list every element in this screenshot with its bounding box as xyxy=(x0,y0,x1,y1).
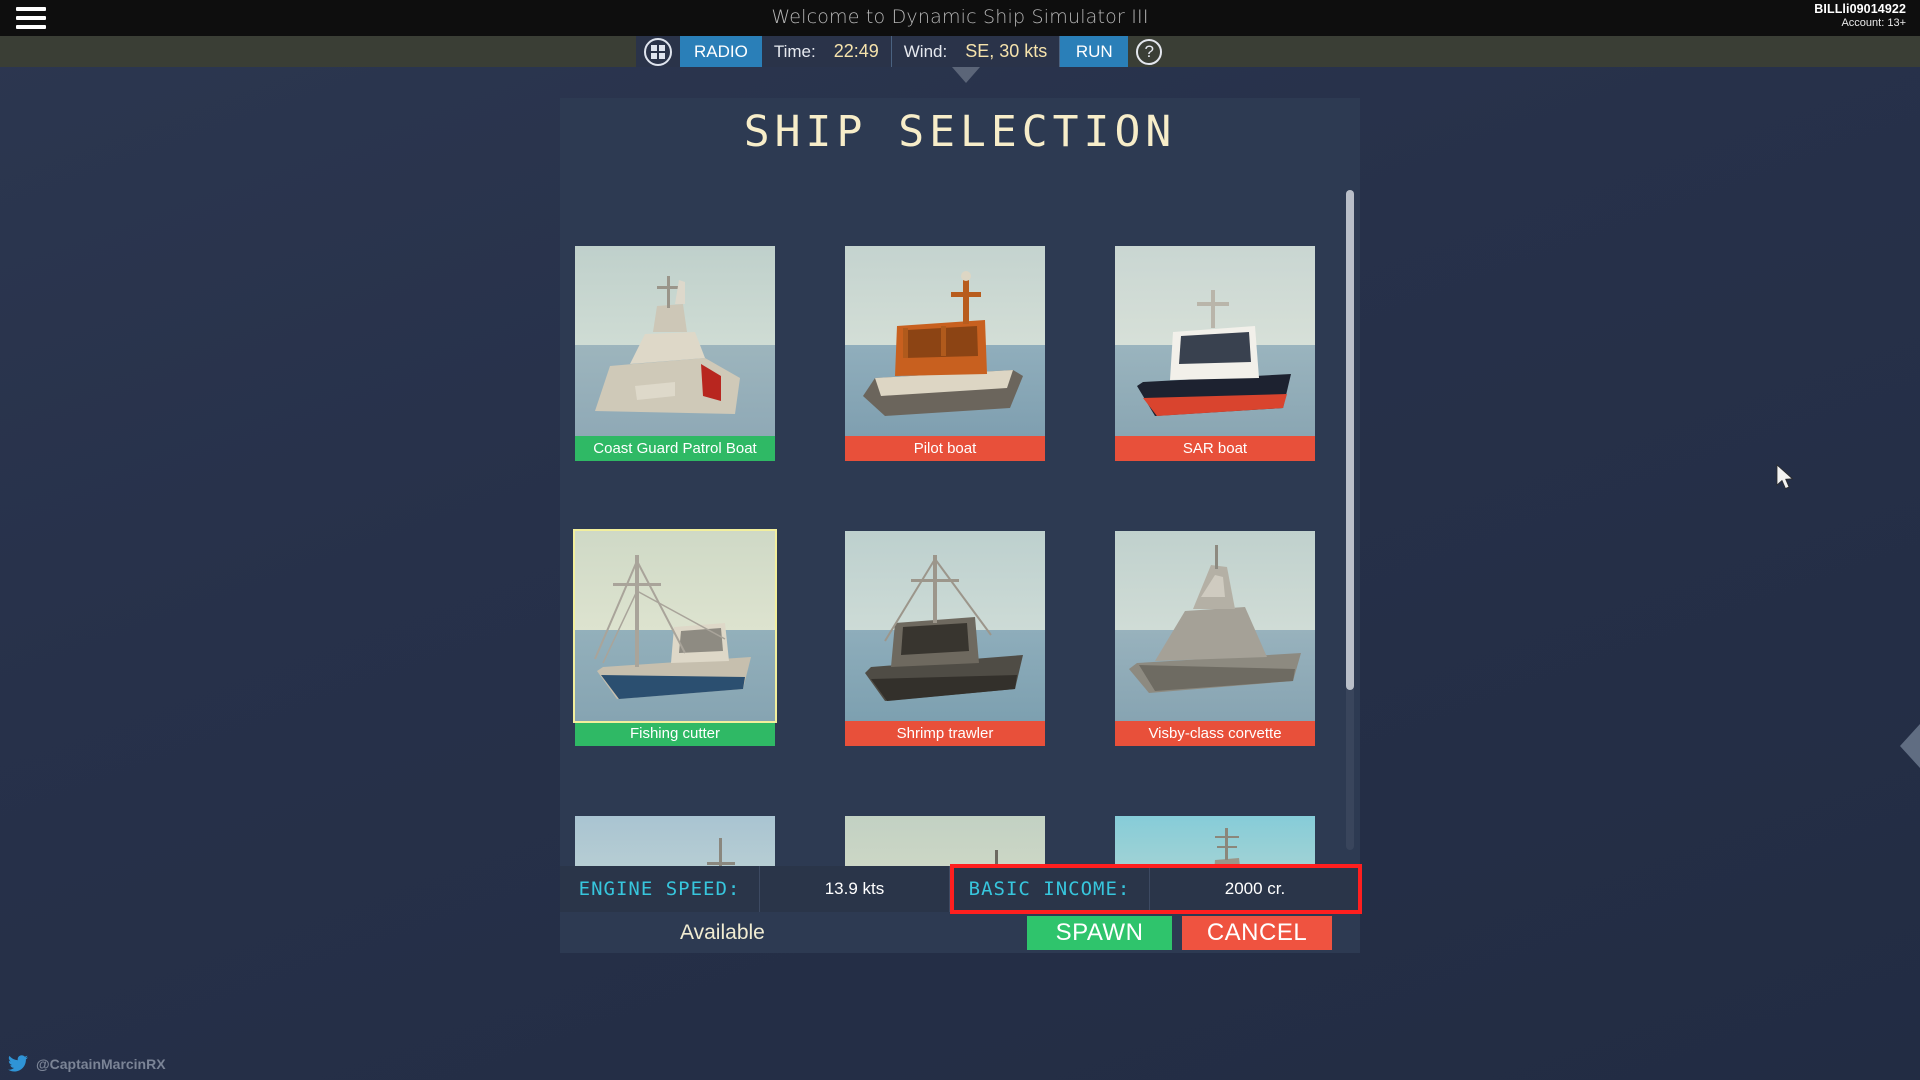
wind-segment: Wind: SE, 30 kts xyxy=(891,36,1061,67)
time-value: 22:49 xyxy=(833,41,879,61)
game-title: Welcome to Dynamic Ship Simulator III xyxy=(771,6,1149,28)
ship-card[interactable]: Coast Guard Patrol Boat xyxy=(575,246,775,461)
grid-cell xyxy=(651,44,657,51)
ship-thumbnail[interactable] xyxy=(845,816,1045,866)
ship-thumbnail[interactable] xyxy=(1115,531,1315,721)
mouse-cursor-icon xyxy=(1776,464,1794,490)
ship-card[interactable]: Visby-class corvette xyxy=(1115,531,1315,746)
hud-grid-button[interactable] xyxy=(636,36,680,67)
ship-card[interactable] xyxy=(1115,816,1315,866)
grid-icon xyxy=(644,37,672,66)
basic-income-value-cell: 2000 cr. xyxy=(1150,866,1360,912)
hud-pointer-triangle xyxy=(952,67,980,83)
account-username: BILLli09014922 xyxy=(1814,2,1906,16)
ship-silhouette xyxy=(575,531,775,721)
ship-action-row: Available SPAWN CANCEL xyxy=(560,912,1360,953)
ship-card[interactable] xyxy=(845,816,1045,866)
ship-name-label: Pilot boat xyxy=(845,436,1045,461)
ship-thumbnail[interactable] xyxy=(1115,816,1315,866)
ship-name-label: Shrimp trawler xyxy=(845,721,1045,746)
ship-silhouette xyxy=(845,531,1045,721)
game-screen: Welcome to Dynamic Ship Simulator III BI… xyxy=(0,0,1920,1080)
help-button[interactable]: ? xyxy=(1128,36,1170,67)
twitter-handle: @CaptainMarcinRX xyxy=(36,1055,166,1072)
ship-thumbnail[interactable] xyxy=(573,529,777,723)
ship-name-label: Visby-class corvette xyxy=(1115,721,1315,746)
question-mark-icon: ? xyxy=(1136,38,1163,65)
basic-income-label: BASIC INCOME: xyxy=(968,878,1131,900)
ship-card[interactable] xyxy=(575,816,775,866)
ship-silhouette xyxy=(845,246,1045,436)
ship-list-scrollbar-thumb[interactable] xyxy=(1346,190,1354,690)
ship-thumbnail[interactable] xyxy=(845,531,1045,721)
account-info: BILLli09014922 Account: 13+ xyxy=(1814,2,1906,30)
engine-speed-value: 13.9 kts xyxy=(824,879,885,898)
ship-thumbnail[interactable] xyxy=(575,816,775,866)
ship-silhouette xyxy=(1115,531,1315,721)
radio-button[interactable]: RADIO xyxy=(680,36,762,67)
ship-selection-panel: SHIP SELECTION Coast Guard Patrol Boat Pi… xyxy=(560,98,1362,953)
ship-grid: Coast Guard Patrol Boat Pilot boat SAR boa… xyxy=(573,246,1345,866)
roblox-topbar: Welcome to Dynamic Ship Simulator III BI… xyxy=(0,0,1920,36)
panel-title: SHIP SELECTION xyxy=(743,107,1177,157)
hud-toolbar: RADIO Time: 22:49 Wind: SE, 30 kts RUN ? xyxy=(636,36,1170,67)
ship-thumbnail[interactable] xyxy=(575,246,775,436)
ship-card[interactable]: Fishing cutter xyxy=(573,529,777,746)
ship-list-scrollbar-track[interactable] xyxy=(1346,190,1354,850)
twitter-icon xyxy=(8,1055,28,1072)
grid-cell xyxy=(659,44,665,51)
ship-silhouette xyxy=(1115,246,1315,436)
ship-card[interactable]: Shrimp trawler xyxy=(845,531,1045,746)
ship-list-scroll-area[interactable]: Coast Guard Patrol Boat Pilot boat SAR boa… xyxy=(560,164,1360,866)
side-panel-toggle-arrow[interactable] xyxy=(1900,724,1920,768)
time-segment: Time: 22:49 xyxy=(761,36,892,67)
ship-thumbnail[interactable] xyxy=(1115,246,1315,436)
ship-name-label: Fishing cutter xyxy=(575,721,775,746)
ship-silhouette xyxy=(1115,816,1315,866)
wind-label: Wind: xyxy=(903,41,948,61)
engine-speed-label-cell: ENGINE SPEED: xyxy=(560,866,760,912)
ship-name-label: SAR boat xyxy=(1115,436,1315,461)
wind-value: SE, 30 kts xyxy=(965,41,1048,61)
run-button[interactable]: RUN xyxy=(1060,36,1129,67)
time-label: Time: xyxy=(773,41,816,61)
account-age-rating: Account: 13+ xyxy=(1841,17,1906,29)
ship-name-label: Coast Guard Patrol Boat xyxy=(575,436,775,461)
ship-thumbnail[interactable] xyxy=(845,246,1045,436)
basic-income-value: 2000 cr. xyxy=(1224,879,1286,898)
grid-cell xyxy=(659,52,665,59)
basic-income-label-cell: BASIC INCOME: xyxy=(950,866,1150,912)
grid-cell xyxy=(651,52,657,59)
ship-card[interactable]: SAR boat xyxy=(1115,246,1315,461)
ship-info-bar: ENGINE SPEED: 13.9 kts BASIC INCOME: 200… xyxy=(560,866,1360,912)
ship-card[interactable]: Pilot boat xyxy=(845,246,1045,461)
engine-speed-label: ENGINE SPEED: xyxy=(578,878,741,900)
cancel-button[interactable]: CANCEL xyxy=(1182,916,1332,950)
engine-speed-value-cell: 13.9 kts xyxy=(760,866,950,912)
ship-silhouette xyxy=(575,816,775,866)
ship-silhouette xyxy=(845,816,1045,866)
availability-status: Available xyxy=(680,921,765,944)
twitter-watermark: @CaptainMarcinRX xyxy=(8,1055,166,1072)
ship-silhouette xyxy=(575,246,775,436)
spawn-button[interactable]: SPAWN xyxy=(1027,916,1172,950)
